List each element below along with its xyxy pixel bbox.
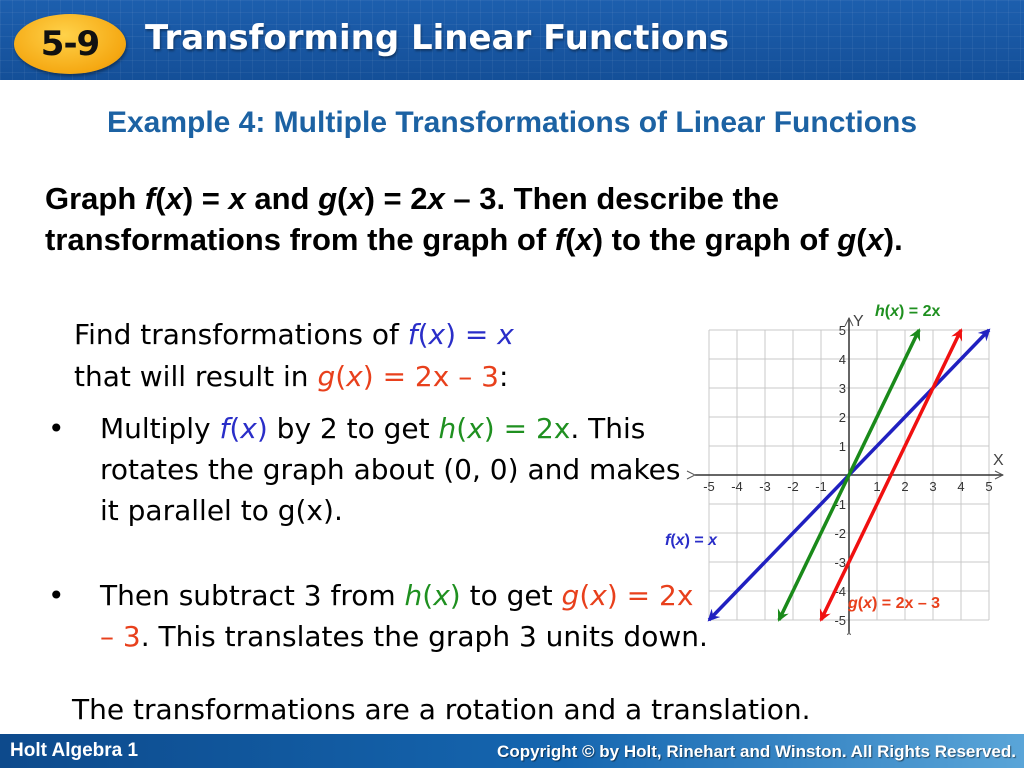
bullet-text: Then subtract 3 from	[100, 579, 405, 612]
y-axis-label: Y	[853, 313, 864, 330]
problem-text: x	[427, 181, 445, 216]
problem-text: = 2	[374, 181, 428, 216]
bullet-text: .	[333, 494, 343, 527]
y-tick-label: 4	[839, 352, 846, 367]
problem-text: to the graph of	[603, 222, 838, 257]
coordinate-graph: XY -5 -4 -3 -2 -1 1 2 3 4 554321-1-2-3-4-5 f(x) =…	[665, 303, 1004, 635]
bullet-text: . This translates the graph 3 units down…	[140, 620, 708, 653]
f-expression: f(x) = x	[407, 318, 514, 351]
h-expression: h(x)	[404, 579, 461, 612]
problem-text: f	[144, 181, 156, 216]
x-tick-label: 3	[929, 479, 936, 494]
lesson-title: Transforming Linear Functions	[145, 18, 729, 58]
y-tick-label: -5	[834, 613, 846, 628]
x-tick-label: -1	[815, 479, 827, 494]
y-tick-label: 3	[839, 381, 846, 396]
y-tick-label: 5	[839, 323, 846, 338]
x-tick-label: -3	[759, 479, 771, 494]
y-tick-label: -3	[834, 555, 846, 570]
y-tick-label: 2	[839, 410, 846, 425]
problem-text: .	[894, 222, 903, 257]
problem-text: g	[837, 222, 857, 257]
slide-footer: Holt Algebra 1 Copyright © by Holt, Rine…	[0, 734, 1024, 768]
bullet-rotation: • Multiply f(x) by 2 to get h(x) = 2x. Th…	[48, 408, 690, 531]
line-label-f: f(x) = x	[665, 532, 718, 549]
x-tick-label: 1	[873, 479, 880, 494]
problem-text: =	[193, 181, 229, 216]
bullet-icon: •	[48, 412, 65, 445]
find-text: that will result in	[74, 360, 318, 393]
problem-text: x	[866, 222, 884, 257]
bullet-text: to get	[460, 579, 562, 612]
problem-text: and	[245, 181, 319, 216]
problem-text: x	[575, 222, 593, 257]
conclusion-text: The transformations are a rotation and a…	[72, 693, 811, 726]
x-tick-label: -2	[787, 479, 799, 494]
f-expression: f(x)	[219, 412, 268, 445]
x-tick-label: 2	[901, 479, 908, 494]
y-tick-label: -2	[834, 526, 846, 541]
problem-text: f	[554, 222, 566, 257]
copyright-notice: Copyright © by Holt, Rinehart and Winsto…	[497, 742, 1016, 761]
find-text: :	[498, 360, 509, 393]
bullet-text: by 2 to get	[267, 412, 439, 445]
problem-text: Graph	[45, 181, 145, 216]
x-tick-label: 4	[957, 479, 964, 494]
problem-text: x	[228, 181, 246, 216]
x-tick-label: -4	[731, 479, 743, 494]
g-expression: g(x) = 2x – 3	[317, 360, 499, 393]
example-title: Example 4: Multiple Transformations of L…	[106, 106, 918, 139]
problem-text: x	[347, 181, 365, 216]
lesson-number-badge: 5-9	[14, 14, 126, 74]
problem-statement: Graph f(x) = x and g(x) = 2x – 3. Then d…	[45, 181, 903, 257]
bullet-icon: •	[48, 579, 65, 612]
g-expression: g(x)	[277, 494, 334, 527]
find-instruction: Find transformations of f(x) = x that wi…	[74, 314, 674, 398]
line-label-h: h(x) = 2x	[875, 303, 940, 320]
problem-text: x	[165, 181, 183, 216]
find-text: Find transformations of	[74, 318, 408, 351]
book-title: Holt Algebra 1	[10, 740, 139, 761]
x-axis-label: X	[993, 452, 1004, 469]
problem-text: g	[318, 181, 338, 216]
x-tick-label: -5	[703, 479, 715, 494]
y-tick-label: 1	[839, 439, 846, 454]
x-tick-label: 5	[985, 479, 992, 494]
h-expression: h(x) = 2x	[438, 412, 571, 445]
bullet-text: Multiply	[100, 412, 220, 445]
bullet-translation: • Then subtract 3 from h(x) to get g(x) =…	[48, 575, 710, 657]
slide-header: 5-9 Transforming Linear Functions	[0, 0, 1024, 80]
line-label-g: g(x) = 2x – 3	[847, 595, 940, 612]
